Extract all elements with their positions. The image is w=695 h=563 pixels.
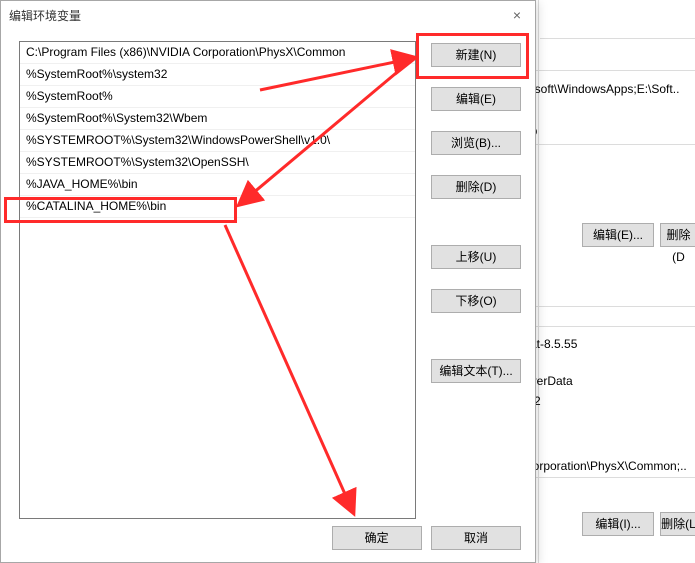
list-item[interactable]: %SYSTEMROOT%\System32\OpenSSH\ bbox=[20, 152, 415, 174]
new-button[interactable]: 新建(N) bbox=[431, 43, 521, 67]
move-down-button[interactable]: 下移(O) bbox=[431, 289, 521, 313]
list-item[interactable]: %JAVA_HOME%\bin bbox=[20, 174, 415, 196]
list-item[interactable]: %SYSTEMROOT%\System32\WindowsPowerShell\… bbox=[20, 130, 415, 152]
cancel-button[interactable]: 取消 bbox=[431, 526, 521, 550]
path-listbox[interactable]: C:\Program Files (x86)\NVIDIA Corporatio… bbox=[19, 41, 416, 519]
edit-env-var-dialog: 编辑环境变量 × C:\Program Files (x86)\NVIDIA C… bbox=[0, 0, 536, 563]
bg-physx-fragment: Corporation\PhysX\Common;.. bbox=[524, 459, 687, 473]
list-item[interactable]: C:\Program Files (x86)\NVIDIA Corporatio… bbox=[20, 42, 415, 64]
ok-button[interactable]: 确定 bbox=[332, 526, 422, 550]
bg-edit-i-button[interactable]: 编辑(I)... bbox=[582, 512, 654, 536]
button-column: 新建(N) 编辑(E) 浏览(B)... 删除(D) 上移(U) 下移(O) 编… bbox=[431, 43, 521, 389]
bg-delete-d-button[interactable]: 删除(D bbox=[660, 223, 695, 247]
bg-delete-l-button[interactable]: 删除(L bbox=[660, 512, 695, 536]
bg-edit-e-button[interactable]: 编辑(E)... bbox=[582, 223, 654, 247]
close-icon[interactable]: × bbox=[507, 7, 527, 23]
list-item[interactable]: %SystemRoot%\system32 bbox=[20, 64, 415, 86]
list-item[interactable]: %SystemRoot% bbox=[20, 86, 415, 108]
list-item[interactable]: %CATALINA_HOME%\bin bbox=[20, 196, 415, 218]
footer-buttons: 确定 取消 bbox=[326, 526, 521, 550]
list-item[interactable]: %SystemRoot%\System32\Wbem bbox=[20, 108, 415, 130]
titlebar[interactable]: 编辑环境变量 × bbox=[1, 1, 535, 29]
edit-text-button[interactable]: 编辑文本(T)... bbox=[431, 359, 521, 383]
browse-button[interactable]: 浏览(B)... bbox=[431, 131, 521, 155]
bg-path-fragment-1: rosoft\WindowsApps;E:\Soft.. bbox=[524, 82, 695, 96]
delete-button[interactable]: 删除(D) bbox=[431, 175, 521, 199]
move-up-button[interactable]: 上移(U) bbox=[431, 245, 521, 269]
edit-button[interactable]: 编辑(E) bbox=[431, 87, 521, 111]
dialog-title: 编辑环境变量 bbox=[9, 7, 81, 24]
